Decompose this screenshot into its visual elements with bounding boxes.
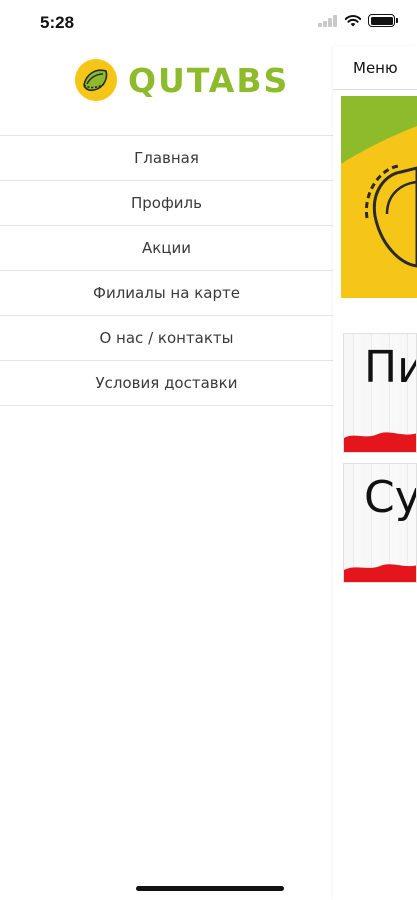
main-header: Меню <box>333 46 417 90</box>
menu-item-about-contacts[interactable]: О нас / контакты <box>0 316 333 361</box>
menu-item-profile[interactable]: Профиль <box>0 181 333 226</box>
qutab-illustration-icon <box>341 96 417 298</box>
side-drawer: QUTABS Главная Профиль Акции Филиалы на … <box>0 46 333 900</box>
qutab-logo-icon <box>75 59 117 101</box>
wifi-icon <box>344 15 362 27</box>
category-card[interactable]: Су <box>343 463 417 583</box>
brand-logo: QUTABS <box>74 58 289 102</box>
menu-item-branches-map[interactable]: Филиалы на карте <box>0 271 333 316</box>
menu-item-promotions[interactable]: Акции <box>0 226 333 271</box>
drawer-menu: Главная Профиль Акции Филиалы на карте О… <box>0 135 333 406</box>
red-brush-stroke <box>344 432 416 452</box>
cellular-signal-icon <box>318 14 338 27</box>
menu-item-home[interactable]: Главная <box>0 136 333 181</box>
red-brush-stroke <box>344 564 416 582</box>
category-card[interactable]: Пи <box>343 333 417 453</box>
menu-item-delivery-terms[interactable]: Условия доставки <box>0 361 333 406</box>
status-bar: 5:28 <box>0 0 417 46</box>
battery-icon <box>368 14 398 27</box>
brand-name: QUTABS <box>128 60 290 100</box>
promo-banner[interactable] <box>341 96 417 298</box>
main-content[interactable]: Меню Пи Су <box>333 46 417 900</box>
page-title: Меню <box>353 59 398 77</box>
category-label: Пи <box>364 342 416 393</box>
status-icons <box>318 14 398 27</box>
status-time: 5:28 <box>40 13 75 32</box>
category-label: Су <box>364 472 417 523</box>
home-indicator[interactable] <box>136 886 284 891</box>
